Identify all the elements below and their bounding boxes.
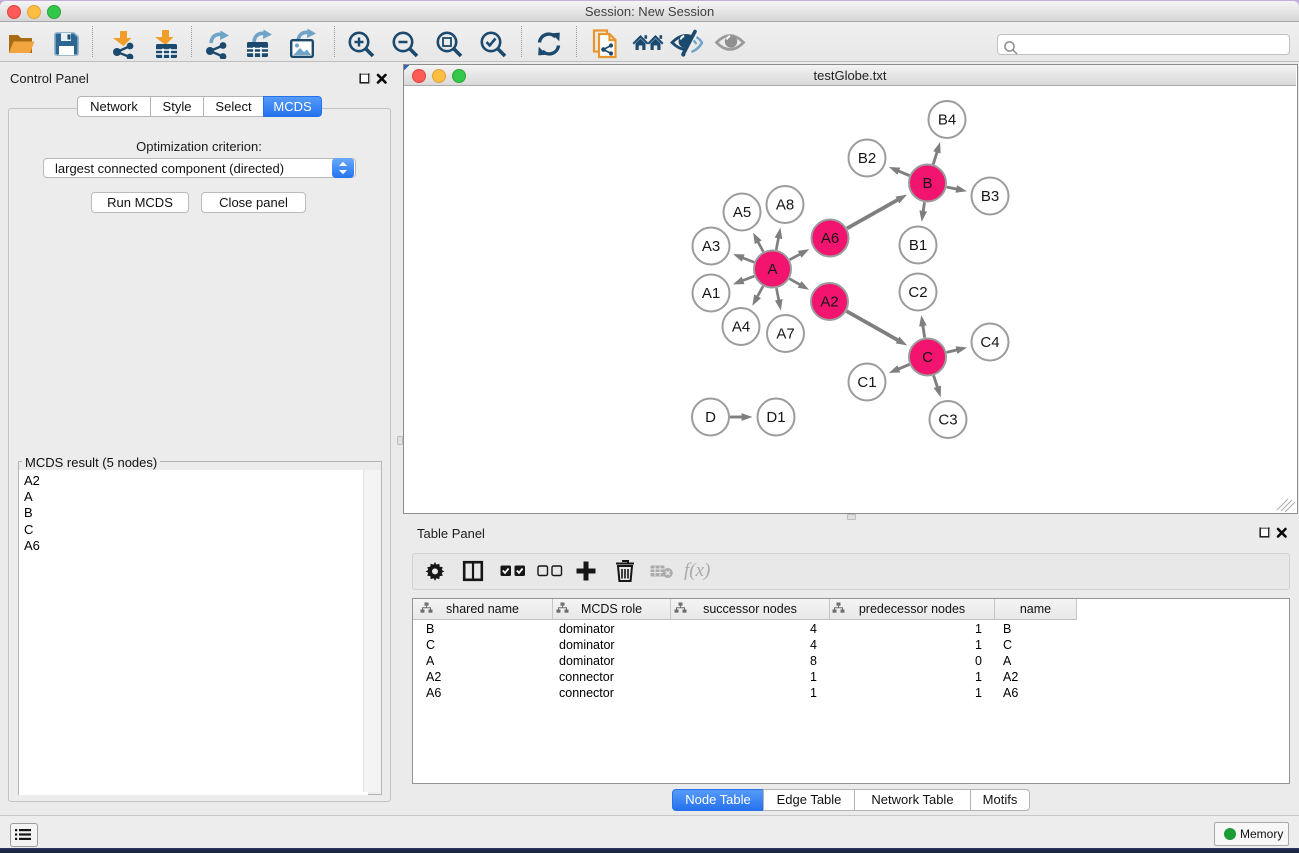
svg-text:A5: A5: [733, 204, 751, 221]
svg-text:C4: C4: [980, 334, 999, 351]
svg-text:A3: A3: [702, 238, 720, 255]
svg-text:A8: A8: [776, 197, 794, 214]
svg-text:A7: A7: [776, 326, 794, 343]
svg-text:C3: C3: [938, 412, 957, 429]
svg-text:B2: B2: [858, 150, 876, 167]
svg-text:C2: C2: [908, 284, 927, 301]
svg-text:A: A: [767, 261, 777, 278]
svg-text:D: D: [705, 409, 716, 426]
svg-text:B: B: [922, 175, 932, 192]
svg-text:B1: B1: [909, 237, 927, 254]
svg-text:A6: A6: [821, 230, 839, 247]
svg-text:A4: A4: [732, 319, 750, 336]
svg-text:D1: D1: [766, 409, 785, 426]
svg-text:A1: A1: [702, 285, 720, 302]
svg-text:C: C: [922, 349, 933, 366]
svg-text:B4: B4: [938, 112, 956, 129]
svg-text:C1: C1: [857, 374, 876, 391]
svg-text:B3: B3: [981, 188, 999, 205]
svg-text:A2: A2: [820, 294, 838, 311]
